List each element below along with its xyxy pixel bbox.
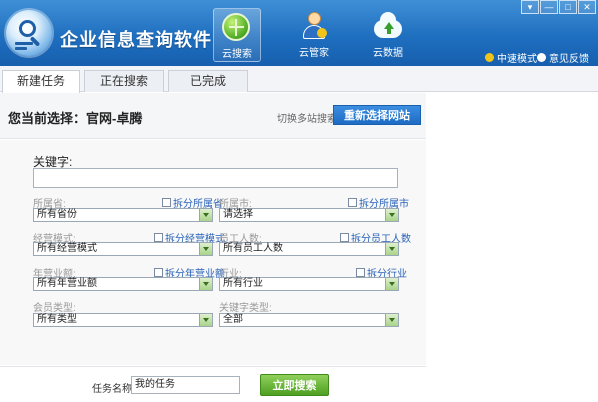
current-selection-label: 您当前选择：官网-卓腾 [8,111,143,126]
keyword-type-select[interactable]: 全部 [219,313,399,327]
nav-cloud-search-button[interactable]: 云搜索 [213,8,261,62]
member-type-select[interactable]: 所有类型 [33,313,213,327]
maximize-icon[interactable]: □ [559,0,577,14]
employees-value: 所有员工人数 [223,243,283,254]
industry-select[interactable]: 所有行业 [219,277,399,291]
keyword-input[interactable] [33,168,398,188]
task-name-input[interactable]: 我的任务 [131,376,240,394]
selection-bar: 您当前选择：官网-卓腾 切换多站搜索 重新选择网站 [0,93,426,139]
nav-cloud-data-label: 云数据 [373,48,403,59]
industry-value: 所有行业 [223,278,263,289]
nav-cloud-manager-button[interactable]: 云管家 [290,8,338,62]
app-logo-icon [6,10,52,56]
chevron-down-icon [385,314,398,326]
nav-cloud-search-label: 云搜索 [222,49,252,60]
title-bar: 企业信息查询软件 云搜索 云管家 云数据 ▾ — □ ✕ 中速模式 意见反馈 [0,0,598,66]
search-form: 关键字: 所属省: 拆分所属省 所有省份 所属市: 拆分所属市 请选择 经营模式… [0,140,426,365]
lightning-icon [485,53,494,62]
nav-cloud-data-button[interactable]: 云数据 [364,8,412,62]
globe-search-icon [222,13,252,43]
chevron-down-icon [199,314,212,326]
speed-mode-link[interactable]: 中速模式 [485,50,537,65]
chevron-down-icon [385,243,398,255]
business-mode-value: 所有经营模式 [37,243,97,254]
app-title: 企业信息查询软件 [60,30,212,50]
chevron-down-icon [199,243,212,255]
employees-select[interactable]: 所有员工人数 [219,242,399,256]
chevron-down-icon [385,278,398,290]
chevron-down-icon [199,209,212,221]
checkbox-icon [340,233,349,242]
window-controls: ▾ — □ ✕ [520,0,596,14]
tab-searching[interactable]: 正在搜索 [84,70,164,92]
checkbox-icon [154,268,163,277]
checkbox-icon [154,233,163,242]
city-select[interactable]: 请选择 [219,208,399,222]
tab-new-task[interactable]: 新建任务 [2,70,80,93]
checkbox-icon [356,268,365,277]
close-icon[interactable]: ✕ [578,0,596,14]
tab-bar: 新建任务 正在搜索 已完成 [0,66,598,93]
search-now-button[interactable]: 立即搜索 [260,374,329,396]
revenue-value: 所有年营业额 [37,278,97,289]
minimize-icon[interactable]: — [540,0,558,14]
nav-cloud-manager-label: 云管家 [299,48,329,59]
city-value: 请选择 [223,209,253,220]
member-type-value: 所有类型 [37,314,77,325]
person-manager-icon [299,12,329,42]
checkbox-icon [162,198,171,207]
cloud-upload-icon [373,12,403,42]
speed-mode-label: 中速模式 [497,54,537,65]
reselect-website-button[interactable]: 重新选择网站 [333,105,421,125]
revenue-select[interactable]: 所有年营业额 [33,277,213,291]
business-mode-select[interactable]: 所有经营模式 [33,242,213,256]
keyword-type-label: 关键字类型: [219,303,272,314]
switch-multi-site-link[interactable]: 切换多站搜索 [277,110,337,125]
chevron-down-icon [199,278,212,290]
province-value: 所有省份 [37,209,77,220]
member-type-label: 会员类型: [33,303,76,314]
keyword-type-value: 全部 [223,314,243,325]
feedback-link[interactable]: 意见反馈 [537,50,589,65]
checkbox-icon [348,198,357,207]
tab-completed[interactable]: 已完成 [168,70,248,92]
task-name-label: 任务名称: [92,384,135,395]
menu-dropdown-icon[interactable]: ▾ [521,0,539,14]
feedback-label: 意见反馈 [549,54,589,65]
chevron-down-icon [385,209,398,221]
bottom-bar: 任务名称: 我的任务 立即搜索 [0,366,426,402]
province-select[interactable]: 所有省份 [33,208,213,222]
chat-bubble-icon [537,53,546,62]
right-blank-pane [426,93,598,402]
